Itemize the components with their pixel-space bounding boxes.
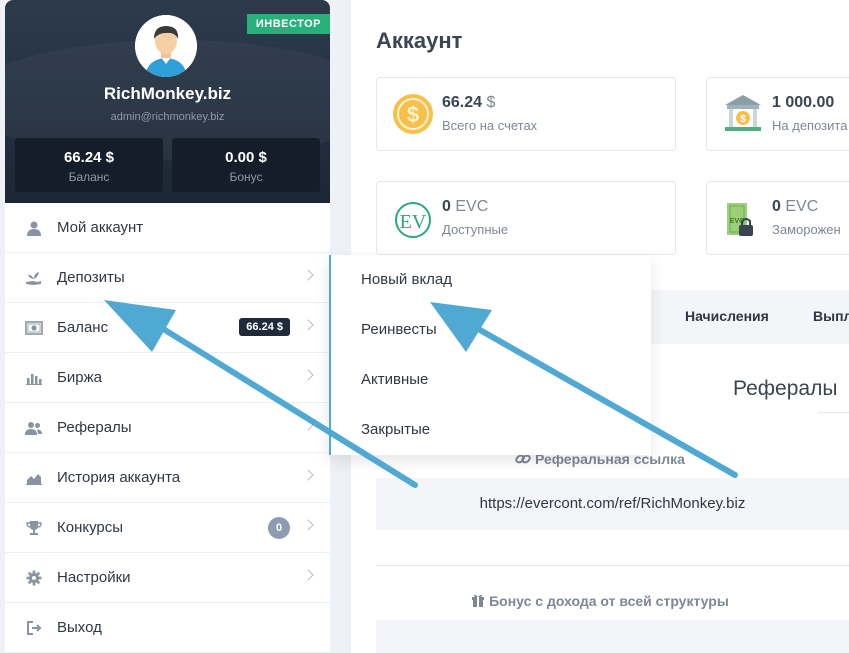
sidebar-item-settings[interactable]: Настройки	[5, 553, 330, 603]
bonus-box	[376, 620, 849, 653]
sidebar-item-label: Конкурсы	[57, 519, 124, 536]
card-unit: EVC	[785, 198, 819, 215]
sidebar: ИНВЕСТОР RichMonkey.biz admin@richmonkey…	[5, 0, 330, 653]
submenu-item-reinvest[interactable]: Реинвесты	[361, 321, 437, 338]
submenu-item-active[interactable]: Активные	[361, 371, 428, 388]
contests-count-badge: 0	[268, 517, 290, 539]
sidebar-item-label: Мой аккаунт	[57, 219, 144, 236]
gift-icon	[471, 593, 489, 609]
card-label: Доступные	[442, 222, 509, 237]
balance-value: 66.24 $	[63, 149, 115, 166]
submenu-item-closed[interactable]: Закрытые	[361, 421, 430, 438]
dollar-coin-icon: $	[391, 91, 435, 137]
sidebar-item-logout[interactable]: Выход	[5, 603, 330, 653]
chevron-right-icon	[302, 419, 314, 431]
sidebar-item-exchange[interactable]: Биржа	[5, 353, 330, 403]
balance-label: Баланс	[68, 170, 110, 184]
sidebar-item-referrals[interactable]: Рефералы	[5, 403, 330, 453]
area-chart-icon	[25, 469, 43, 487]
sidebar-item-balance[interactable]: Баланс 66.24 $	[5, 303, 330, 353]
sidebar-item-contests[interactable]: Конкурсы 0	[5, 503, 330, 553]
avatar[interactable]	[135, 15, 197, 77]
card-value: 1 000.00	[772, 94, 835, 111]
svg-text:EV: EV	[400, 211, 427, 233]
evc-coin-icon: EV	[391, 195, 435, 241]
user-email: admin@richmonkey.biz	[110, 111, 225, 123]
sidebar-item-account[interactable]: Мой аккаунт	[5, 203, 330, 253]
chevron-right-icon	[302, 569, 314, 581]
bonus-value: 0.00 $	[225, 149, 267, 166]
locked-money-icon: EVC	[721, 195, 765, 241]
frozen-evc-card: EVC 0 EVC Заморожен	[706, 181, 849, 255]
tab-accruals[interactable]: Начисления	[685, 308, 769, 324]
trophy-icon	[25, 519, 43, 537]
balance-pill: 66.24 $	[239, 318, 290, 336]
card-unit: $	[486, 94, 496, 111]
card-label: Заморожен	[772, 222, 841, 237]
sidebar-item-label: Настройки	[57, 569, 131, 586]
card-label: На депозита	[772, 118, 848, 133]
money-icon	[25, 319, 43, 337]
chevron-right-icon	[302, 369, 314, 381]
bar-chart-icon	[25, 369, 43, 387]
sidebar-item-label: Депозиты	[57, 269, 125, 286]
tab-bar: Начисления Выпл	[651, 290, 849, 344]
user-icon	[25, 219, 43, 237]
role-badge: ИНВЕСТОР	[246, 14, 330, 34]
profile-header: ИНВЕСТОР RichMonkey.biz admin@richmonkey…	[5, 0, 330, 203]
sidebar-item-label: Выход	[57, 619, 102, 636]
sign-out-icon	[25, 619, 43, 637]
card-value: 0	[772, 198, 781, 215]
sidebar-item-label: Рефералы	[57, 419, 132, 436]
username: RichMonkey.biz	[103, 84, 232, 103]
chevron-right-icon	[302, 519, 314, 531]
deposits-submenu: Новый вклад Реинвесты Активные Закрытые	[329, 255, 651, 455]
card-label: Всего на счетах	[442, 118, 538, 133]
sidebar-item-history[interactable]: История аккаунта	[5, 453, 330, 503]
chevron-right-icon	[302, 469, 314, 481]
users-icon	[25, 419, 43, 437]
svg-text:$: $	[740, 114, 746, 125]
page-title: Аккаунт	[376, 28, 463, 53]
submenu-item-new-deposit[interactable]: Новый вклад	[361, 271, 452, 288]
deposits-card: $ 1 000.00 На депозита	[706, 77, 849, 151]
card-value: 66.24	[442, 94, 483, 111]
bonus-caption: Бонус с дохода от всей структуры	[489, 593, 729, 609]
gear-icon	[25, 569, 43, 587]
bonus-label: Бонус	[229, 170, 263, 184]
sidebar-menu: Мой аккаунт Депозиты Баланс 66.24 $ Бирж…	[5, 203, 330, 653]
sidebar-item-label: Биржа	[57, 369, 102, 386]
plant-hand-icon	[25, 269, 43, 287]
app-root: ИНВЕСТОР RichMonkey.biz admin@richmonkey…	[0, 0, 849, 653]
sidebar-item-label: Баланс	[57, 319, 109, 336]
total-balance-card: $ 66.24 $ Всего на счетах	[376, 77, 676, 151]
referrals-heading: Рефералы	[733, 377, 838, 400]
tab-payouts[interactable]: Выпл	[813, 308, 849, 324]
available-evc-card: EV 0 EVC Доступные	[376, 181, 676, 255]
svg-text:$: $	[407, 102, 419, 127]
balance-stat[interactable]: 66.24 $ Баланс	[15, 138, 163, 192]
sidebar-item-label: История аккаунта	[57, 469, 181, 486]
card-unit: EVC	[455, 198, 489, 215]
bank-icon: $	[721, 91, 765, 137]
bonus-stat[interactable]: 0.00 $ Бонус	[172, 138, 320, 192]
chevron-right-icon	[302, 319, 314, 331]
sidebar-item-deposits[interactable]: Депозиты	[5, 253, 330, 303]
card-value: 0	[442, 198, 451, 215]
ref-link-field[interactable]: https://evercont.com/ref/RichMonkey.biz	[376, 478, 849, 530]
chevron-right-icon	[302, 269, 314, 281]
